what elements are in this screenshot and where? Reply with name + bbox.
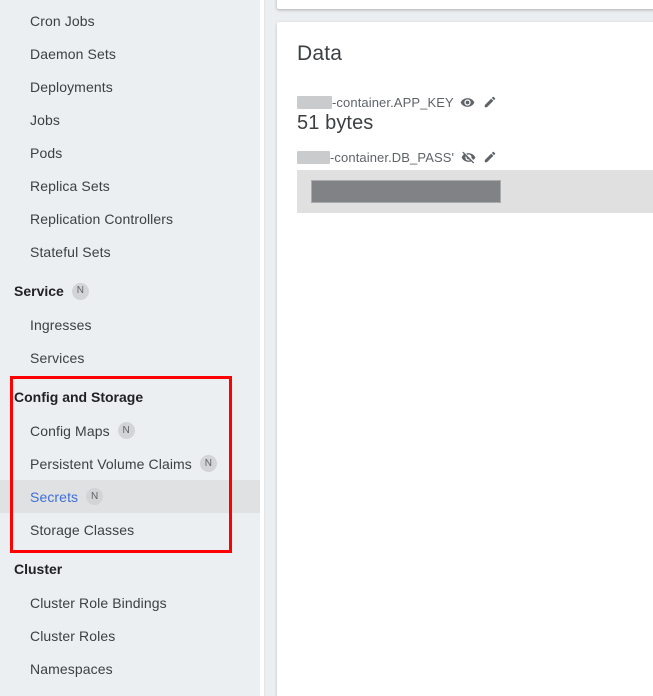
sidebar-section-label: Service [14,283,64,299]
namespaced-badge: N [117,422,135,439]
sidebar-item-label: Secrets [30,488,79,505]
sidebar-item-deployments[interactable]: Deployments [0,70,260,103]
sidebar-item-label: Services [30,349,85,366]
sidebar-item-label: Ingresses [30,316,92,333]
sidebar-item-config-maps[interactable]: Config Maps N [0,414,260,447]
sidebar-item-namespaces[interactable]: Namespaces [0,652,260,685]
sidebar-section-cluster: Cluster [0,552,260,586]
sidebar-item-label: Storage Classes [30,521,135,538]
sidebar-section-label: Config and Storage [14,389,144,405]
data-entry: -container.APP_KEY 51 bytes [297,94,653,135]
content-scroll-region: Data -container.APP_KEY 51 bytes -contai… [265,0,653,696]
sidebar-item-ingresses[interactable]: Ingresses [0,308,260,341]
card-above-partial [277,0,653,9]
secret-value-code-block [297,170,653,213]
namespaced-badge: N [199,455,217,472]
sidebar-item-storage-classes[interactable]: Storage Classes [0,513,260,546]
data-entries-list: -container.APP_KEY 51 bytes -container.D… [277,94,653,213]
sidebar-item-label: Pods [30,144,63,161]
sidebar-item-label: Cluster Role Bindings [30,594,167,611]
pencil-icon[interactable] [482,94,498,110]
sidebar-item-label: Stateful Sets [30,243,111,260]
data-entry-value: 51 bytes [297,112,374,134]
eye-off-icon[interactable] [460,149,476,165]
sidebar-item-label: Cluster Roles [30,627,116,644]
sidebar-item-secrets[interactable]: Secrets N [0,480,260,513]
redacted-secret-value [311,180,501,203]
sidebar-item-stateful-sets[interactable]: Stateful Sets [0,235,260,268]
sidebar-item-label: Daemon Sets [30,45,116,62]
sidebar-item-cluster-roles[interactable]: Cluster Roles [0,619,260,652]
sidebar-item-pods[interactable]: Pods [0,136,260,169]
sidebar-cluster-list: Cluster Role Bindings Cluster Roles Name… [0,586,260,685]
data-entry: -container.DB_PASS' [297,149,653,213]
sidebar-item-cron-jobs[interactable]: Cron Jobs [0,4,260,37]
content-area: Data -container.APP_KEY 51 bytes -contai… [260,0,653,696]
data-entry-key-row: -container.APP_KEY [297,94,653,110]
sidebar-section-service: Service N [0,274,260,308]
namespaced-badge: N [71,282,89,300]
sidebar-item-replica-sets[interactable]: Replica Sets [0,169,260,202]
pencil-icon[interactable] [482,149,498,165]
sidebar-item-label: Persistent Volume Claims [30,455,192,472]
sidebar-section-label: Cluster [14,561,63,577]
app-root: Cron Jobs Daemon Sets Deployments Jobs P… [0,0,653,696]
sidebar-section-config-and-storage: Config and Storage [0,380,260,414]
namespaced-badge: N [86,488,104,505]
sidebar-item-label: Cron Jobs [30,12,95,29]
sidebar-item-services[interactable]: Services [0,341,260,374]
sidebar-item-replication-controllers[interactable]: Replication Controllers [0,202,260,235]
data-entry-key: -container.DB_PASS' [330,149,455,165]
sidebar-item-label: Namespaces [30,660,113,677]
data-entry-key-row: -container.DB_PASS' [297,149,653,165]
page-title: Data [297,42,343,65]
eye-icon[interactable] [460,94,476,110]
data-entry-key: -container.APP_KEY [332,94,454,110]
sidebar-workloads-list: Cron Jobs Daemon Sets Deployments Jobs P… [0,4,260,268]
sidebar-item-label: Deployments [30,78,113,95]
sidebar-item-jobs[interactable]: Jobs [0,103,260,136]
sidebar-item-label: Config Maps [30,422,110,439]
sidebar: Cron Jobs Daemon Sets Deployments Jobs P… [0,0,260,696]
sidebar-item-daemon-sets[interactable]: Daemon Sets [0,37,260,70]
data-card: Data -container.APP_KEY 51 bytes -contai… [277,22,653,696]
sidebar-item-label: Replication Controllers [30,210,174,227]
sidebar-item-label: Replica Sets [30,177,110,194]
redacted-prefix [297,150,330,164]
redacted-prefix [297,95,332,109]
sidebar-item-label: Jobs [30,111,60,128]
sidebar-item-persistent-volume-claims[interactable]: Persistent Volume Claims N [0,447,260,480]
sidebar-item-cluster-role-bindings[interactable]: Cluster Role Bindings [0,586,260,619]
sidebar-config-list: Config Maps N Persistent Volume Claims N… [0,414,260,546]
sidebar-service-list: Ingresses Services [0,308,260,374]
